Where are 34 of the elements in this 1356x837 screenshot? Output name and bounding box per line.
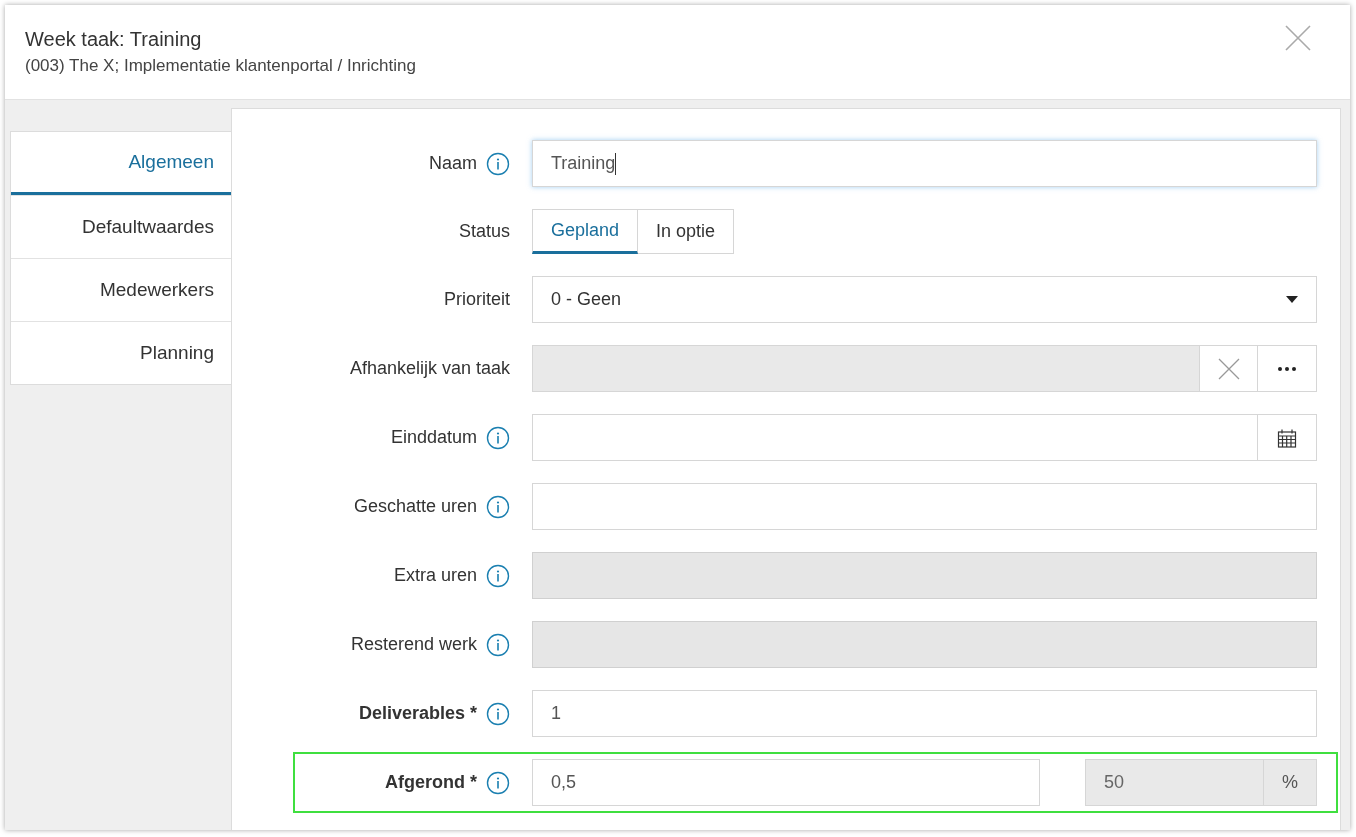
- field-label: Deliverables *: [358, 702, 477, 725]
- input-field[interactable]: 1: [532, 690, 1317, 737]
- select-field[interactable]: 0 - Geen: [532, 276, 1317, 323]
- more-icon: [1278, 366, 1296, 371]
- info-icon[interactable]: [486, 494, 510, 519]
- info-icon[interactable]: [486, 425, 510, 450]
- field-label: Afhankelijk van taak: [349, 357, 510, 380]
- percent-field: 50: [1085, 759, 1264, 806]
- field-label: Afgerond *: [385, 771, 477, 794]
- close-icon: [1217, 357, 1240, 380]
- field-label: Prioriteit: [444, 288, 510, 311]
- date-field[interactable]: [532, 414, 1258, 461]
- status-toggle-option[interactable]: Gepland: [532, 209, 639, 254]
- info-icon[interactable]: [486, 701, 510, 726]
- close-icon: [1285, 25, 1311, 51]
- info-icon[interactable]: [486, 770, 510, 795]
- dialog-title: Week taak: Training: [25, 27, 203, 51]
- status-toggle-option[interactable]: In optie: [638, 209, 735, 254]
- field-label: Geschatte uren: [353, 495, 477, 518]
- field-label: Extra uren: [393, 564, 477, 587]
- caret-icon: [1286, 296, 1298, 303]
- field-label: Status: [458, 220, 510, 243]
- close-button[interactable]: [1283, 23, 1313, 53]
- input-field[interactable]: 0,5: [532, 759, 1040, 806]
- input-field[interactable]: Training: [532, 140, 1317, 187]
- info-icon[interactable]: [486, 151, 510, 176]
- input-field[interactable]: [532, 483, 1317, 530]
- field-label: Einddatum: [390, 426, 477, 449]
- field-label: Resterend werk: [350, 633, 477, 656]
- dialog-subtitle: (003) The X; Implementatie klantenportal / Inrichting: [25, 55, 416, 77]
- calendar-icon: [1277, 427, 1297, 448]
- field-label: Naam: [429, 152, 477, 175]
- unit-addon: %: [1264, 759, 1317, 806]
- calendar-button[interactable]: [1258, 414, 1317, 461]
